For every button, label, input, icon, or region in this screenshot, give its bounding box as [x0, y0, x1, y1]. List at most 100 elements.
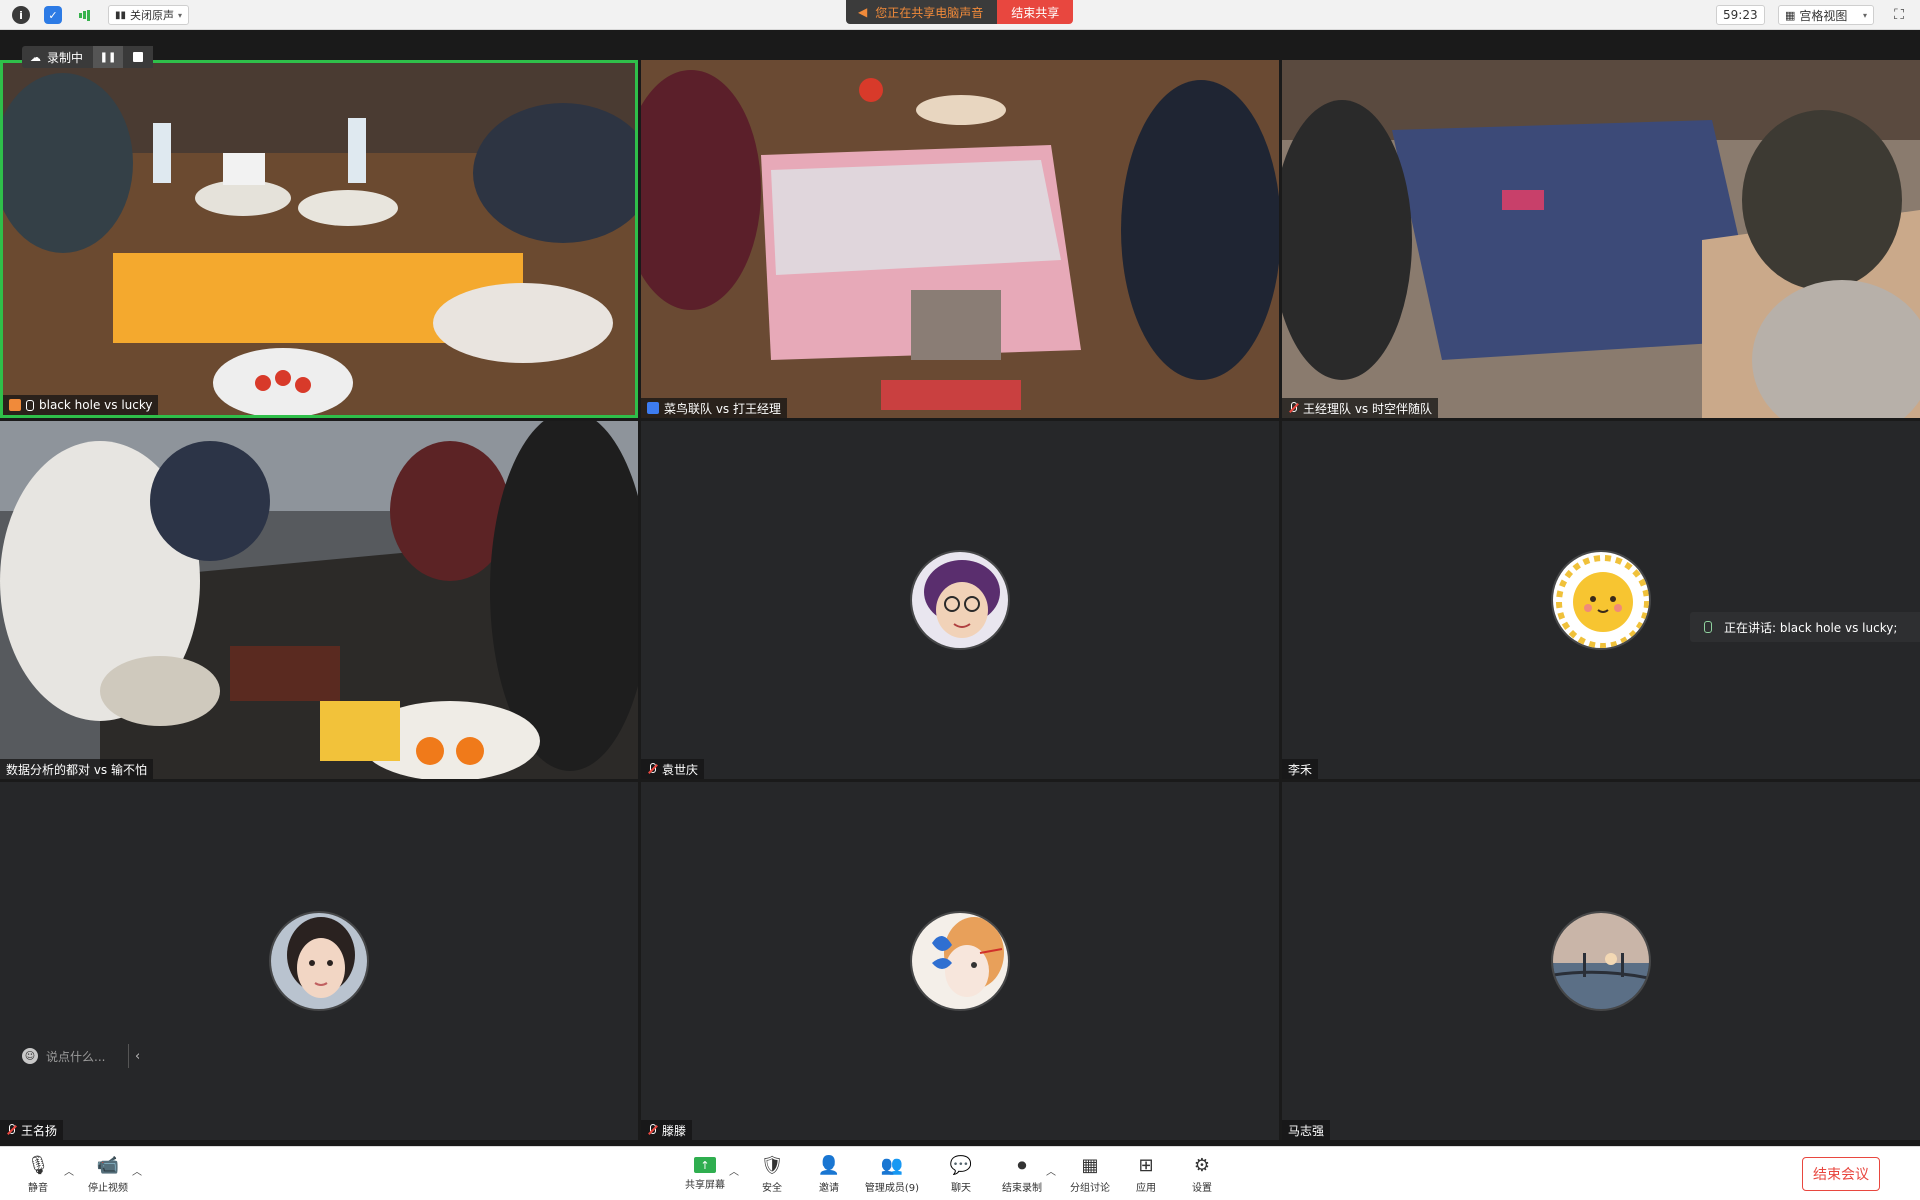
signal-icon[interactable] [76, 6, 94, 24]
gear-icon: ⚙ [1193, 1154, 1211, 1176]
shield-icon: 🛡 [760, 1154, 784, 1176]
original-audio-label: 关闭原声 [130, 9, 175, 22]
participant-name-tag: 李禾 [1282, 759, 1319, 779]
end-recording-button[interactable]: ⏺ 结束录制 [990, 1151, 1054, 1197]
shield-icon[interactable]: ✓ [44, 6, 62, 24]
chat-placeholder: 说点什么... [46, 1049, 106, 1064]
microphone-icon: 🎙 [26, 1154, 50, 1176]
breakout-icon: ▦ [1081, 1154, 1099, 1176]
participant-avatar [269, 911, 369, 1011]
people-icon: 👥 [880, 1154, 904, 1176]
pause-icon: ❚❚ [99, 51, 117, 63]
photo-avatar-image [271, 913, 367, 1009]
chevron-down-icon: ▾ [178, 10, 183, 20]
invite-button[interactable]: 👤 邀请 [797, 1151, 861, 1197]
recording-badge: ☁ 录制中 ❚❚ [22, 46, 154, 68]
cartoon-avatar-image [912, 552, 1008, 648]
video-tile[interactable]: 菜鸟联队 vs 打王经理 [641, 60, 1279, 418]
stop-video-label: 停止视频 [88, 1183, 128, 1194]
stop-video-button[interactable]: 📹 停止视频 [76, 1151, 140, 1197]
settings-button[interactable]: ⚙ 设置 [1170, 1151, 1234, 1197]
security-label: 安全 [762, 1183, 782, 1194]
speaker-icon: ◀ [858, 5, 868, 19]
recording-status: ☁ 录制中 [22, 49, 93, 66]
original-audio-button[interactable]: ▮▮ 关闭原声 ▾ [108, 5, 190, 25]
participant-name-tag: 王名扬 [0, 1120, 64, 1140]
host-icon [9, 399, 21, 411]
participant-name-tag: 马志强 [1282, 1120, 1331, 1140]
share-status: ◀ 您正在共享电脑声音 [846, 0, 998, 24]
participant-name: 袁世庆 [662, 762, 699, 777]
end-share-button[interactable]: 结束共享 [997, 0, 1074, 24]
video-grid: black hole vs lucky 菜鸟联队 vs 打王经理 王经理队 vs… [0, 60, 1920, 1140]
participants-button[interactable]: 👥 管理成员(9) [860, 1151, 924, 1197]
chevron-up-icon[interactable]: ︿ [132, 1163, 142, 1178]
add-user-icon: 👤 [817, 1154, 841, 1176]
microphone-icon [1704, 621, 1712, 633]
pause-recording-button[interactable]: ❚❚ [93, 46, 124, 68]
quick-chat-input[interactable]: ☺ 说点什么... [22, 1044, 142, 1068]
breakout-label: 分组讨论 [1070, 1183, 1110, 1194]
info-icon[interactable]: i [12, 6, 30, 24]
breakout-rooms-button[interactable]: ▦ 分组讨论 [1058, 1151, 1122, 1197]
participant-name: 菜鸟联队 vs 打王经理 [664, 401, 781, 416]
active-speaker-text: 正在讲话: black hole vs lucky; [1724, 620, 1898, 635]
share-screen-label: 共享屏幕 [685, 1180, 725, 1191]
share-banner: ◀ 您正在共享电脑声音 结束共享 [846, 0, 1074, 24]
grid-view-icon: ▦ [1785, 8, 1796, 22]
apps-button[interactable]: ⊞ 应用 [1114, 1151, 1178, 1197]
butterfly-avatar-image [912, 913, 1008, 1009]
participant-name-tag: 数据分析的都对 vs 输不怕 [0, 759, 153, 779]
cloud-icon: ☁ [30, 50, 41, 64]
participant-name-tag: black hole vs lucky [3, 395, 159, 415]
stop-recording-button[interactable] [123, 46, 154, 68]
mute-button[interactable]: 🎙 静音 [6, 1151, 70, 1197]
avatar-tile[interactable]: 袁世庆 [641, 421, 1279, 779]
fullscreen-icon[interactable]: ⛶ [1890, 6, 1908, 24]
avatar-tile[interactable]: 滕滕 [641, 782, 1279, 1140]
chevron-up-icon[interactable]: ︿ [1046, 1163, 1056, 1178]
participant-avatar [1551, 550, 1651, 650]
video-feed [641, 60, 1279, 418]
video-feed [3, 63, 635, 415]
muted-microphone-icon [6, 1124, 16, 1136]
stop-icon [133, 52, 144, 62]
participant-name-tag: 滕滕 [641, 1120, 693, 1140]
video-tile[interactable]: 王经理队 vs 时空伴随队 [1282, 60, 1920, 418]
video-tile[interactable]: 数据分析的都对 vs 输不怕 [0, 421, 638, 779]
participant-name-tag: 菜鸟联队 vs 打王经理 [641, 398, 787, 418]
avatar-tile[interactable]: 李禾 [1282, 421, 1920, 779]
chevron-left-icon: ‹ [135, 1048, 141, 1064]
participant-avatar [910, 550, 1010, 650]
chat-button[interactable]: 💬 聊天 [929, 1151, 993, 1197]
end-meeting-button[interactable]: 结束会议 [1802, 1157, 1880, 1191]
share-screen-icon: ↑ [694, 1157, 716, 1173]
end-recording-label: 结束录制 [1002, 1183, 1042, 1194]
participant-name: 王经理队 vs 时空伴随队 [1303, 401, 1432, 416]
participant-avatar [1551, 911, 1651, 1011]
muted-microphone-icon [647, 763, 657, 775]
view-mode-label: 宫格视图 [1799, 8, 1848, 23]
microphone-icon [26, 399, 34, 411]
sun-avatar-image [1553, 552, 1649, 648]
avatar-tile[interactable]: 马志强 [1282, 782, 1920, 1140]
apps-label: 应用 [1136, 1183, 1156, 1194]
share-screen-button[interactable]: ↑ 共享屏幕 [673, 1151, 737, 1197]
chevron-up-icon[interactable]: ︿ [64, 1163, 74, 1178]
chevron-up-icon[interactable]: ︿ [729, 1163, 739, 1178]
chevron-down-icon: ▾ [1862, 10, 1867, 20]
participant-name: 王名扬 [21, 1123, 58, 1138]
security-button[interactable]: 🛡 安全 [740, 1151, 804, 1197]
view-mode-button[interactable]: ▦ 宫格视图 ▾ [1778, 5, 1874, 25]
emoji-icon[interactable]: ☺ [22, 1048, 38, 1064]
participant-name: 数据分析的都对 vs 输不怕 [6, 762, 147, 777]
meeting-timer: 59:23 [1716, 5, 1765, 25]
video-camera-icon: 📹 [96, 1154, 120, 1176]
collapse-chat-button[interactable]: ‹ [128, 1044, 140, 1068]
avatar-tile[interactable]: 王名扬 [0, 782, 638, 1140]
invite-label: 邀请 [819, 1183, 839, 1194]
active-speaker-notice: 正在讲话: black hole vs lucky; [1690, 612, 1920, 642]
video-tile[interactable]: black hole vs lucky [0, 60, 638, 418]
apps-grid-icon: ⊞ [1138, 1154, 1154, 1176]
chat-bubble-icon: 💬 [949, 1154, 973, 1176]
